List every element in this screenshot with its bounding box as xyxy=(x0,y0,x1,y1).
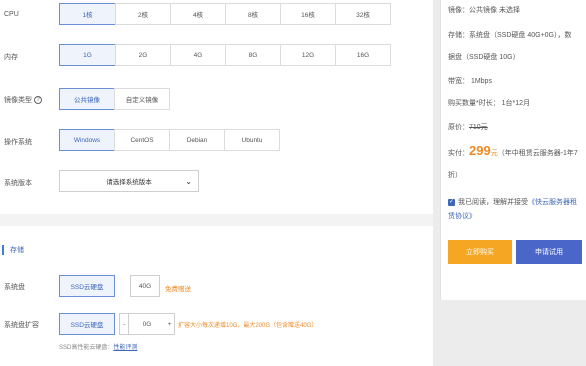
os-options: Windows CentOS Debian Ubuntu xyxy=(59,129,280,151)
os-version-select[interactable]: 请选择系统版本 ⌄ xyxy=(59,170,199,192)
price-note: （年中租赁云服务器-1年7 xyxy=(497,150,578,157)
price-note-cont: 折） xyxy=(448,172,462,179)
image-type-options: 公共镜像 自定义镜像 xyxy=(59,88,170,110)
image-type-label: 镜像类型? xyxy=(4,95,42,105)
cpu-option-4[interactable]: 4核 xyxy=(170,3,226,25)
memory-option-2g[interactable]: 2G xyxy=(115,44,171,66)
storage-section-title: 存储 xyxy=(10,247,24,254)
agreement-link[interactable]: 《快云服务器租 xyxy=(528,199,577,206)
os-option-windows[interactable]: Windows xyxy=(59,129,115,151)
agreement-text: 我已阅读，理解并接受 xyxy=(458,199,528,206)
memory-label: 内存 xyxy=(4,54,18,61)
system-disk-type[interactable]: SSD云硬盘 xyxy=(59,275,115,297)
original-price-label: 原价： xyxy=(448,124,469,131)
cpu-option-8[interactable]: 8核 xyxy=(225,3,281,25)
perf-note: SSD高性能云硬盘：性能评测 xyxy=(59,342,137,351)
memory-option-8g[interactable]: 8G xyxy=(225,44,281,66)
buy-now-button[interactable]: 立即购买 xyxy=(448,240,512,264)
memory-option-1g[interactable]: 1G xyxy=(59,44,116,66)
chevron-down-icon: ⌄ xyxy=(185,177,192,186)
os-option-centos[interactable]: CentOS xyxy=(114,129,170,151)
cpu-label: CPU xyxy=(4,11,19,18)
paid-label: 实付： xyxy=(448,150,469,157)
increment-button[interactable]: + xyxy=(165,313,175,335)
os-version-select-text: 请选择系统版本 xyxy=(106,179,152,186)
cpu-option-2[interactable]: 2核 xyxy=(115,3,171,25)
summary-image: 镜像：公共镜像 未选择 xyxy=(448,7,520,14)
perf-prefix: SSD高性能云硬盘： xyxy=(59,345,114,351)
os-label: 操作系统 xyxy=(4,139,32,146)
expand-size-input[interactable]: 0G xyxy=(128,313,166,335)
agreement-link-cont[interactable]: 赁协议》 xyxy=(448,211,476,221)
system-disk-label: 系统盘 xyxy=(4,284,25,291)
os-option-ubuntu[interactable]: Ubuntu xyxy=(224,129,280,151)
cpu-option-16[interactable]: 16核 xyxy=(280,3,336,25)
cpu-option-1[interactable]: 1核 xyxy=(59,3,116,25)
original-price: 710元 xyxy=(469,124,488,131)
summary-bandwidth: 带宽： 1Mbps xyxy=(448,78,492,85)
summary-paid: 实付：299元（年中租赁云服务器-1年7 xyxy=(448,143,578,158)
image-type-label-text: 镜像类型 xyxy=(4,97,32,104)
summary-storage-1: 存储：系统盘（SSD硬盘 40G+0G），数 xyxy=(448,32,572,39)
summary-original: 原价：710元 xyxy=(448,122,488,132)
summary-storage-2: 据盘（SSD硬盘 10G） xyxy=(448,54,520,61)
image-type-custom[interactable]: 自定义镜像 xyxy=(114,88,170,110)
trial-button[interactable]: 申请试用 xyxy=(516,240,582,264)
image-type-public[interactable]: 公共镜像 xyxy=(59,88,115,110)
price-unit: 元 xyxy=(490,150,498,157)
system-disk-size: 40G xyxy=(130,275,160,297)
perf-link[interactable]: 性能评测 xyxy=(113,345,137,351)
free-note: 免费赠送 xyxy=(165,286,191,293)
section-divider xyxy=(0,214,433,226)
agreement: ✓ 我已阅读，理解并接受《快云服务器租 xyxy=(448,197,577,207)
os-option-debian[interactable]: Debian xyxy=(169,129,225,151)
memory-option-12g[interactable]: 12G xyxy=(280,44,336,66)
expand-disk-type[interactable]: SSD云硬盘 xyxy=(59,313,115,335)
agreement-checkbox[interactable]: ✓ xyxy=(448,198,455,206)
paid-price: 299 xyxy=(469,143,491,158)
os-version-label: 系统版本 xyxy=(4,180,32,187)
cpu-options: 1核 2核 4核 8核 16核 32核 xyxy=(59,3,391,25)
memory-option-4g[interactable]: 4G xyxy=(170,44,226,66)
cpu-option-32[interactable]: 32核 xyxy=(335,3,391,25)
section-marker xyxy=(2,245,4,255)
memory-options: 1G 2G 4G 8G 12G 16G xyxy=(59,44,391,66)
expand-label: 系统盘扩容 xyxy=(4,322,39,329)
help-icon[interactable]: ? xyxy=(34,96,42,105)
expand-hint: 扩容大小每次递增10G，最大200G（包含赠送40G） xyxy=(178,323,318,329)
memory-option-16g[interactable]: 16G xyxy=(335,44,391,66)
summary-quantity: 购买数量*时长： 1台*12月 xyxy=(448,100,531,107)
